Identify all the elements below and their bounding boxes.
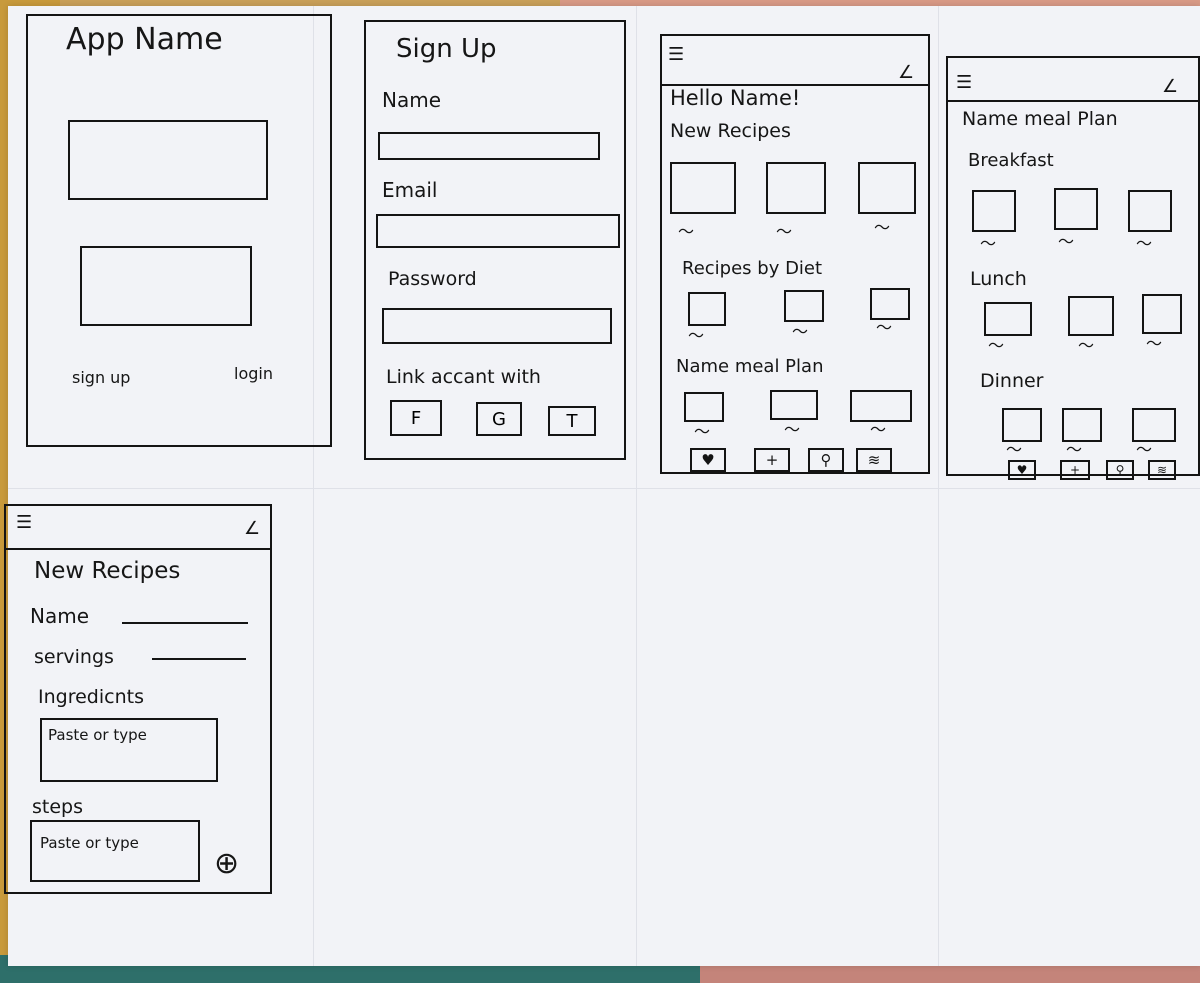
back-icon[interactable]: ∠ <box>1162 78 1178 96</box>
username-input[interactable] <box>68 120 268 200</box>
recipe-thumb[interactable] <box>858 162 916 214</box>
dinner-heading: Dinner <box>980 370 1044 392</box>
heart-icon[interactable]: ♥ <box>690 448 726 472</box>
lunch-caption: 〜 <box>1078 336 1095 355</box>
login-link[interactable]: login <box>234 364 273 383</box>
twitter-button[interactable]: T <box>548 406 596 436</box>
heart-icon[interactable]: ♥ <box>1008 460 1036 480</box>
breakfast-caption: 〜 <box>980 234 997 253</box>
recipe-thumb[interactable] <box>670 162 736 214</box>
screen-new-recipe: ☰ ∠ New Recipes Name servings Ingredicnt… <box>4 504 272 894</box>
email-field[interactable] <box>376 214 620 248</box>
plus-icon[interactable]: + <box>754 448 790 472</box>
back-icon[interactable]: ∠ <box>898 64 914 82</box>
meal-caption: 〜 <box>694 422 711 441</box>
list-icon[interactable]: ≋ <box>1148 460 1176 480</box>
steps-input[interactable]: Paste or type <box>30 820 200 882</box>
breakfast-thumb[interactable] <box>1054 188 1098 230</box>
facebook-label: F <box>410 407 422 429</box>
servings-field[interactable] <box>152 658 246 660</box>
greeting: Hello Name! <box>670 86 801 110</box>
breakfast-thumb[interactable] <box>972 190 1016 232</box>
diet-thumb[interactable] <box>688 292 726 326</box>
diet-caption: 〜 <box>876 318 893 337</box>
dinner-thumb[interactable] <box>1062 408 1102 442</box>
meal-thumb[interactable] <box>684 392 724 422</box>
twitter-label: T <box>566 410 578 432</box>
google-button[interactable]: G <box>476 402 522 436</box>
signup-title: Sign Up <box>396 34 497 64</box>
ingredients-label: Ingredicnts <box>38 686 144 708</box>
lunch-caption: 〜 <box>1146 334 1163 353</box>
new-recipe-title: New Recipes <box>34 558 181 584</box>
meal-caption: 〜 <box>870 420 887 439</box>
meal-plan-heading: Name meal Plan <box>676 356 824 377</box>
name-field[interactable] <box>378 132 600 160</box>
password-label: Password <box>388 268 477 290</box>
header-divider <box>948 100 1198 102</box>
dinner-thumb[interactable] <box>1002 408 1042 442</box>
screen-splash: App Name sign up login <box>26 14 332 447</box>
lunch-thumb[interactable] <box>1142 294 1182 334</box>
email-label: Email <box>382 178 438 202</box>
breakfast-caption: 〜 <box>1136 234 1153 253</box>
header-divider <box>6 548 270 550</box>
diet-caption: 〜 <box>688 326 705 345</box>
recipe-thumb[interactable] <box>766 162 826 214</box>
meal-thumb[interactable] <box>850 390 912 422</box>
dinner-caption: 〜 <box>1066 440 1083 459</box>
menu-icon[interactable]: ☰ <box>16 514 32 532</box>
dinner-caption: 〜 <box>1136 440 1153 459</box>
recipe-caption: 〜 <box>678 222 695 241</box>
lunch-thumb[interactable] <box>984 302 1032 336</box>
list-icon[interactable]: ≋ <box>856 448 892 472</box>
screen-home: ☰ ∠ Hello Name! New Recipes 〜 〜 〜 Recipe… <box>660 34 930 474</box>
meal-thumb[interactable] <box>770 390 818 420</box>
meal-caption: 〜 <box>784 420 801 439</box>
steps-placeholder: Paste or type <box>40 834 139 852</box>
new-recipes-heading: New Recipes <box>670 120 791 142</box>
recipe-caption: 〜 <box>874 218 891 237</box>
facebook-button[interactable]: F <box>390 400 442 436</box>
password-field[interactable] <box>382 308 612 344</box>
ingredients-placeholder: Paste or type <box>48 726 147 744</box>
breakfast-caption: 〜 <box>1058 232 1075 251</box>
name-field[interactable] <box>122 622 248 624</box>
meal-plan-title: Name meal Plan <box>962 108 1118 130</box>
password-input[interactable] <box>80 246 252 326</box>
menu-icon[interactable]: ☰ <box>668 46 684 64</box>
diet-thumb[interactable] <box>870 288 910 320</box>
name-label: Name <box>382 88 442 112</box>
search-icon[interactable]: ⚲ <box>1106 460 1134 480</box>
recipes-by-diet-heading: Recipes by Diet <box>682 258 823 279</box>
app-title: App Name <box>66 22 223 57</box>
back-icon[interactable]: ∠ <box>244 520 260 538</box>
diet-caption: 〜 <box>792 322 809 341</box>
lunch-thumb[interactable] <box>1068 296 1114 336</box>
recipe-caption: 〜 <box>776 222 793 241</box>
dinner-caption: 〜 <box>1006 440 1023 459</box>
menu-icon[interactable]: ☰ <box>956 74 972 92</box>
servings-label: servings <box>34 646 114 668</box>
steps-label: steps <box>32 796 83 818</box>
lunch-heading: Lunch <box>970 268 1027 290</box>
lunch-caption: 〜 <box>988 336 1005 355</box>
ingredients-input[interactable]: Paste or type <box>40 718 218 782</box>
signup-link[interactable]: sign up <box>72 368 130 387</box>
breakfast-heading: Breakfast <box>968 150 1054 171</box>
add-circle-icon[interactable]: ⊕ <box>214 846 239 881</box>
link-account-label: Link accant with <box>386 366 541 388</box>
screen-signup: Sign Up Name Email Password Link accant … <box>364 20 626 460</box>
screen-meal-plan: ☰ ∠ Name meal Plan Breakfast 〜 〜 〜 Lunch… <box>946 56 1200 480</box>
diet-thumb[interactable] <box>784 290 824 322</box>
search-icon[interactable]: ⚲ <box>808 448 844 472</box>
breakfast-thumb[interactable] <box>1128 190 1172 232</box>
google-label: G <box>492 408 506 430</box>
plus-icon[interactable]: + <box>1060 460 1090 480</box>
dinner-thumb[interactable] <box>1132 408 1176 442</box>
name-label: Name <box>30 604 90 628</box>
